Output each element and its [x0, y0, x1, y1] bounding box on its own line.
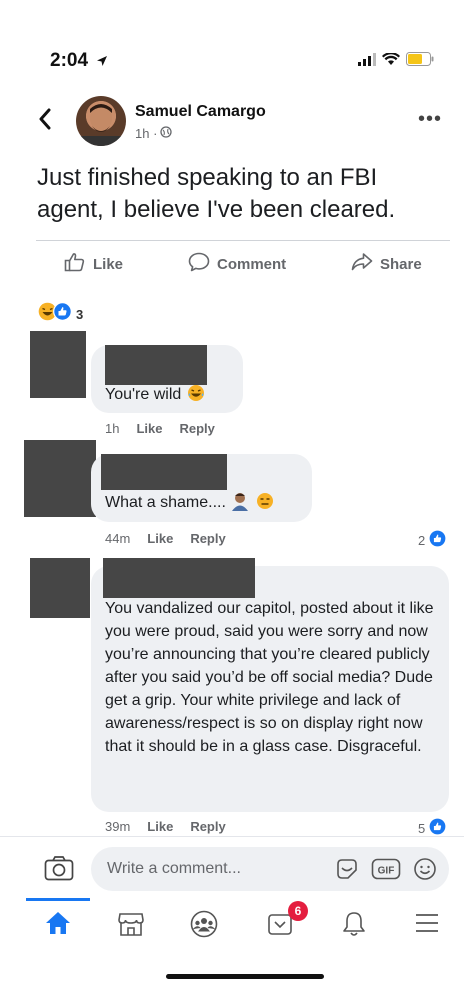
comment-like-button[interactable]: Like [147, 531, 173, 546]
home-icon [44, 912, 72, 940]
marketplace-icon [117, 913, 145, 942]
active-tab-indicator [26, 898, 90, 901]
tab-home[interactable] [44, 910, 72, 941]
status-icons [358, 51, 434, 71]
post-meta: 1h · [135, 126, 173, 141]
gif-icon[interactable]: GIF [371, 857, 401, 886]
expressionless-emoji-icon [255, 493, 275, 511]
comment-time: 1h [105, 421, 120, 436]
commenter-avatar-redacted [24, 440, 96, 517]
reaction-summary[interactable]: 3 [38, 302, 83, 326]
share-arrow-icon [351, 252, 373, 276]
gif-label: GIF [378, 866, 395, 877]
like-reaction-icon [429, 530, 446, 550]
comment-like-button[interactable]: Like [147, 819, 173, 834]
battery-icon [406, 52, 434, 71]
groups-icon [189, 910, 219, 942]
back-chevron-icon[interactable] [38, 108, 52, 135]
watch-video-icon [266, 914, 294, 942]
location-arrow-icon [96, 54, 108, 72]
comment-meta: 44m Like Reply [105, 531, 226, 546]
post-actions: Like Comment Share [0, 252, 464, 282]
comment-meta: 39m Like Reply [105, 819, 226, 834]
comment-like-count[interactable]: 2 [418, 530, 446, 550]
like-label: Like [93, 255, 124, 273]
hamburger-menu-icon [414, 914, 440, 940]
comment-reply-button[interactable]: Reply [190, 531, 225, 546]
globe-icon [160, 126, 173, 141]
like-reaction-icon [429, 818, 446, 838]
comment-text: What a shame.... [105, 491, 275, 514]
bell-icon [340, 912, 368, 942]
bottom-tab-bar: 6 [0, 898, 464, 958]
share-button[interactable]: Share [351, 252, 422, 276]
notification-badge: 6 [288, 901, 308, 921]
comment-reply-button[interactable]: Reply [190, 819, 225, 834]
more-options-icon[interactable]: ••• [418, 108, 442, 131]
comment-button[interactable]: Comment [188, 252, 286, 276]
comment-input-placeholder: Write a comment... [107, 860, 241, 877]
laughing-emoji-icon [186, 385, 206, 403]
comment-like-count[interactable]: 5 [418, 818, 446, 838]
tab-marketplace[interactable] [117, 910, 145, 943]
tab-notifications[interactable] [340, 910, 368, 943]
sticker-icon[interactable] [335, 857, 359, 886]
comment-time: 39m [105, 819, 131, 834]
post-time: 1h · [135, 126, 158, 141]
commenter-name-redacted [103, 558, 255, 598]
post-text: Just finished speaking to an FBI agent, … [37, 164, 396, 223]
status-time: 2:04 [50, 50, 89, 71]
comment-text: You vandalized our capitol, posted about… [105, 600, 434, 755]
commenter-name-redacted [105, 345, 207, 385]
comment-like-button[interactable]: Like [136, 421, 162, 436]
commenter-name-redacted [101, 454, 227, 490]
person-emoji-icon [230, 493, 254, 511]
commenter-avatar-redacted [30, 331, 86, 398]
commenter-avatar-redacted [30, 558, 90, 618]
divider [36, 240, 450, 241]
comment-bubble: You vandalized our capitol, posted about… [91, 558, 449, 812]
comment-bubble-icon [188, 252, 210, 276]
reaction-count: 3 [76, 306, 84, 322]
signal-icon [358, 52, 376, 71]
comment-bubble: What a shame.... [91, 454, 312, 522]
author-avatar[interactable] [76, 96, 126, 146]
comment-meta: 1h Like Reply [105, 421, 215, 436]
wifi-icon [382, 51, 400, 71]
like-button[interactable]: Like [64, 252, 123, 276]
tab-groups[interactable] [189, 910, 219, 943]
emoji-icon[interactable] [413, 857, 437, 886]
share-label: Share [380, 255, 422, 273]
comment-reply-button[interactable]: Reply [179, 421, 214, 436]
home-indicator[interactable] [166, 974, 324, 979]
thumbs-up-icon [64, 252, 86, 276]
author-name[interactable]: Samuel Camargo [135, 103, 266, 121]
tab-menu[interactable] [414, 910, 440, 941]
status-bar: 2:04 [0, 48, 464, 76]
comment-label: Comment [217, 255, 287, 273]
comment-text: You're wild [105, 383, 206, 406]
comment-input[interactable]: Write a comment... GIF [91, 847, 449, 891]
comment-composer: Write a comment... GIF [0, 836, 464, 898]
composer-icons: GIF [335, 857, 437, 886]
comment-bubble: You're wild [91, 345, 243, 413]
like-reaction-icon [53, 302, 72, 326]
comment-time: 44m [105, 531, 131, 546]
camera-icon[interactable] [44, 855, 74, 886]
